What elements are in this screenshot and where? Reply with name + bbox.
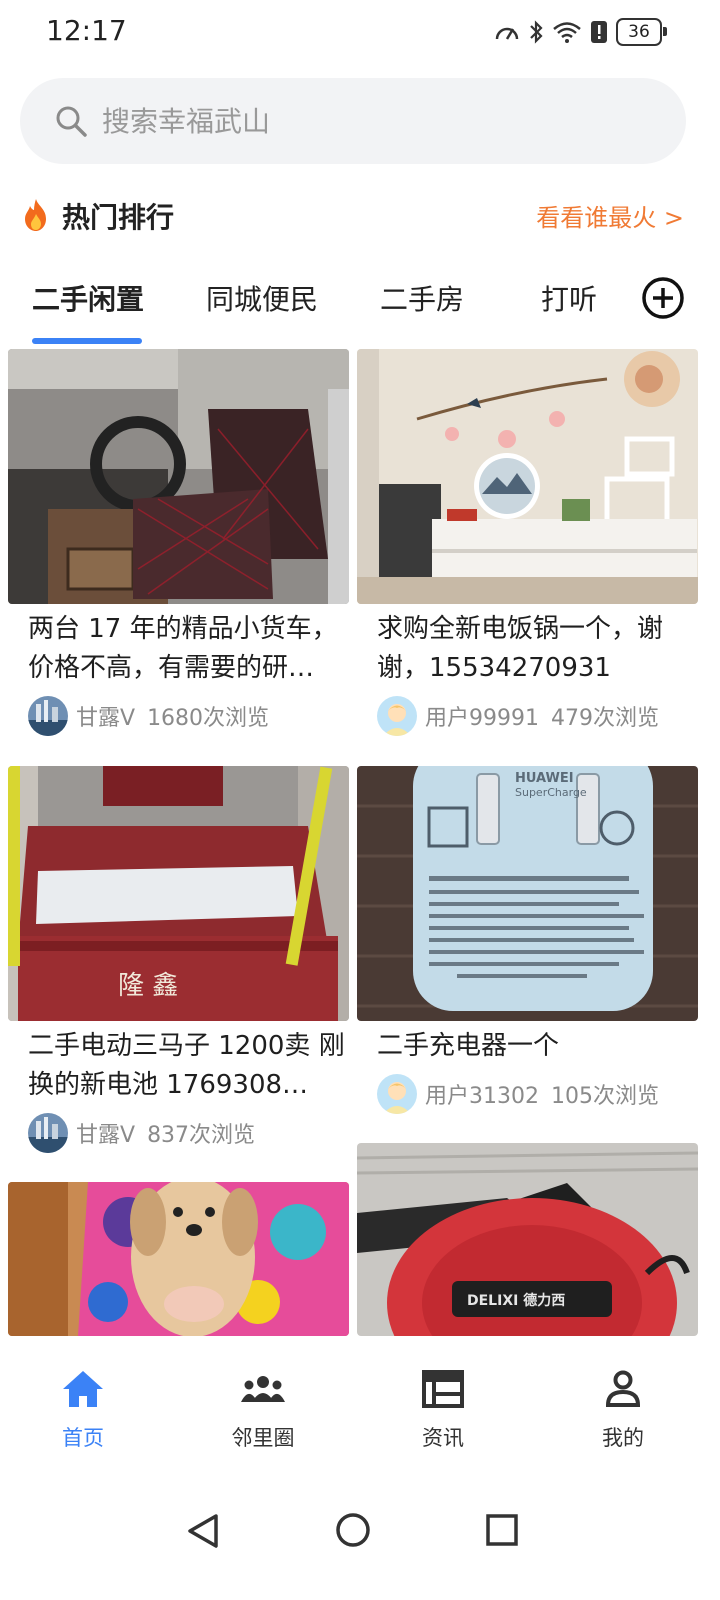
- status-time: 12:17: [46, 14, 127, 47]
- card-user: 甘露V: [76, 706, 136, 731]
- nav-home-label: 首页: [62, 1426, 104, 1450]
- default-avatar: [377, 1074, 417, 1114]
- people-icon: [241, 1376, 285, 1402]
- default-avatar: [377, 696, 417, 736]
- city-avatar: [28, 1113, 68, 1153]
- card-user: 甘露V: [76, 1123, 136, 1148]
- add-tab-icon[interactable]: [641, 276, 685, 320]
- card-image-saw[interactable]: DELIXI 德力西: [357, 1143, 698, 1336]
- tab-second-hand[interactable]: 二手闲置: [32, 278, 144, 318]
- nav-neighborhood[interactable]: 邻里圈: [173, 1336, 353, 1476]
- card-meta: 甘露V 837次浏览: [28, 1113, 255, 1153]
- puppy-photo: [8, 1182, 349, 1336]
- card-views: 105次浏览: [551, 1084, 659, 1109]
- card-title[interactable]: 两台 17 年的精品小货车，价格不高，有需要的研…: [28, 610, 348, 688]
- card-meta: 用户99991 479次浏览: [377, 696, 659, 736]
- card-views: 1680次浏览: [147, 706, 270, 731]
- search-icon: [56, 106, 87, 137]
- fire-icon: [25, 199, 46, 231]
- card-title[interactable]: 求购全新电饭锅一个，谢谢，15534270931: [377, 610, 697, 688]
- system-nav-bar: [0, 1476, 720, 1600]
- tricycle-photo: 隆 鑫: [8, 766, 349, 1021]
- bottom-nav: 首页 邻里圈 资讯 我的: [0, 1336, 720, 1476]
- tv-wall-photo: [357, 349, 698, 604]
- saw-photo: DELIXI 德力西: [357, 1143, 698, 1336]
- card-title[interactable]: 二手电动三马子 1200卖 刚换的新电池 1769308…: [28, 1027, 348, 1105]
- search-placeholder: 搜索幸福武山: [102, 105, 271, 138]
- card-meta: 用户31302 105次浏览: [377, 1074, 659, 1114]
- card-user: 用户31302: [425, 1084, 539, 1109]
- card-image-tv-wall[interactable]: [357, 349, 698, 604]
- home-icon: [63, 1371, 103, 1407]
- charger-brand: HUAWEI: [515, 771, 574, 786]
- tricycle-brand: 隆 鑫: [118, 971, 178, 1001]
- card-views: 837次浏览: [147, 1123, 256, 1148]
- nav-profile[interactable]: 我的: [533, 1336, 713, 1476]
- speed-icon: [495, 27, 519, 40]
- card-image-puppy[interactable]: [8, 1182, 349, 1336]
- back-icon[interactable]: [186, 1512, 220, 1550]
- nav-profile-label: 我的: [602, 1426, 644, 1450]
- alert-icon: [591, 21, 607, 43]
- active-tab-indicator: [32, 338, 142, 344]
- see-hottest-link[interactable]: 看看谁最火 >: [536, 198, 684, 233]
- status-icons: 36: [494, 16, 667, 48]
- profile-icon: [605, 1370, 641, 1407]
- battery-indicator: 36: [616, 18, 667, 46]
- tab-local-services[interactable]: 同城便民: [206, 278, 318, 318]
- recents-icon[interactable]: [486, 1514, 518, 1546]
- battery-level: 36: [628, 22, 650, 42]
- city-avatar: [28, 696, 68, 736]
- bluetooth-icon: [530, 20, 543, 44]
- search-bar[interactable]: 搜索幸福武山: [20, 78, 686, 164]
- wifi-icon: [553, 22, 581, 43]
- van-seat-photo: [8, 349, 349, 604]
- nav-home[interactable]: 首页: [0, 1336, 173, 1476]
- nav-news-label: 资讯: [422, 1426, 464, 1450]
- news-icon: [422, 1370, 464, 1408]
- charger-photo: HUAWEI SuperCharge: [357, 766, 698, 1021]
- nav-neighborhood-label: 邻里圈: [231, 1426, 295, 1450]
- card-meta: 甘露V 1680次浏览: [28, 696, 269, 736]
- card-views: 479次浏览: [551, 706, 659, 731]
- home-circle-icon[interactable]: [335, 1512, 371, 1548]
- saw-brand: DELIXI 德力西: [467, 1292, 565, 1309]
- card-image-tricycle[interactable]: 隆 鑫: [8, 766, 349, 1021]
- card-image-charger[interactable]: HUAWEI SuperCharge: [357, 766, 698, 1021]
- nav-news[interactable]: 资讯: [353, 1336, 533, 1476]
- card-title[interactable]: 二手充电器一个: [377, 1027, 697, 1066]
- hot-ranking-title: 热门排行: [62, 201, 175, 234]
- tab-inquiry[interactable]: 打听: [541, 278, 597, 318]
- card-image-van[interactable]: [8, 349, 349, 604]
- tab-second-hand-house[interactable]: 二手房: [380, 278, 464, 318]
- charger-sub: SuperCharge: [515, 786, 587, 799]
- card-user: 用户99991: [425, 706, 539, 731]
